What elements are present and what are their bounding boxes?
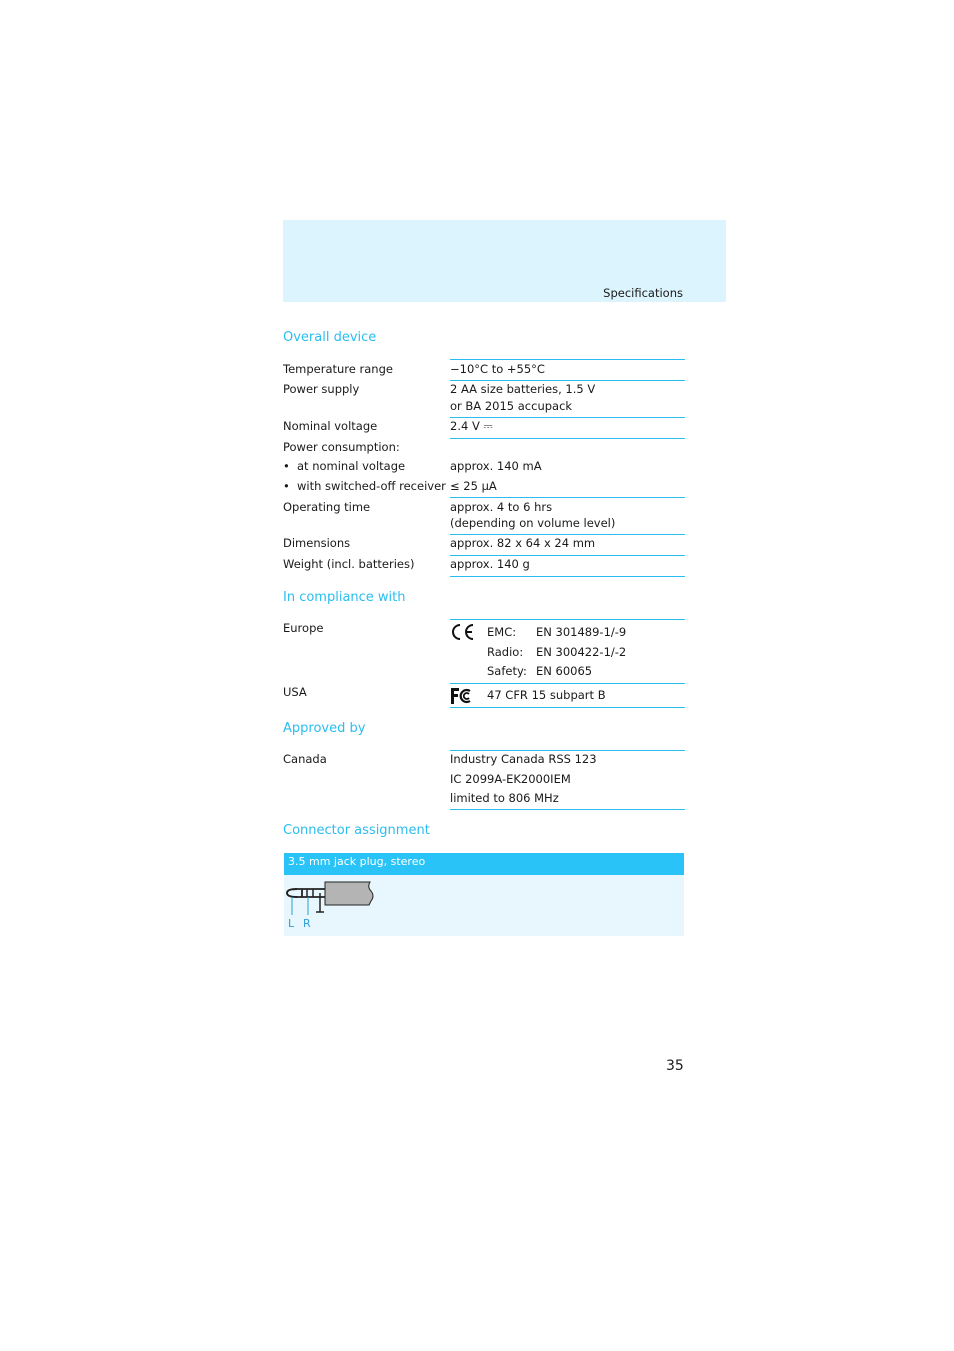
divider: [450, 619, 685, 620]
approval-line: IC 2099A-EK2000IEM: [450, 772, 571, 786]
spec-label: Nominal voltage: [283, 419, 378, 433]
divider: [450, 555, 685, 556]
spec-value: approx. 4 to 6 hrs: [450, 500, 553, 514]
compliance-value: EN 300422-1/-2: [536, 645, 627, 659]
spec-label: Power consumption:: [283, 440, 400, 454]
compliance-key: Radio:: [487, 645, 524, 659]
divider: [450, 438, 685, 439]
spec-value: approx. 140 g: [450, 557, 530, 571]
pin-label-right: R: [303, 917, 311, 930]
fcc-logo-icon: [450, 687, 474, 708]
spec-label-bullet: at nominal voltage: [283, 459, 405, 473]
spec-value: approx. 82 x 64 x 24 mm: [450, 536, 596, 550]
page-header-title: Specifications: [603, 286, 683, 300]
compliance-value: 47 CFR 15 subpart B: [487, 688, 606, 702]
spec-value: −10°C to +55°C: [450, 362, 545, 376]
compliance-value: EN 60065: [536, 664, 593, 678]
compliance-key: EMC:: [487, 625, 517, 639]
compliance-key: Safety:: [487, 664, 527, 678]
connector-bar-label: 3.5 mm jack plug, stereo: [288, 855, 426, 868]
divider: [450, 380, 685, 381]
divider: [450, 359, 685, 360]
divider: [450, 497, 685, 498]
spec-label: Dimensions: [283, 536, 351, 550]
divider: [450, 576, 685, 577]
divider: [450, 534, 685, 535]
spec-value: ≤ 25 µA: [450, 479, 497, 493]
jack-plug-icon: [285, 879, 377, 920]
compliance-label-europe: Europe: [283, 621, 324, 635]
spec-label: Power supply: [283, 382, 360, 396]
spec-label: Temperature range: [283, 362, 393, 376]
page-number: 35: [666, 1058, 684, 1074]
connector-bar: 3.5 mm jack plug, stereo: [284, 853, 684, 875]
approval-label-canada: Canada: [283, 752, 327, 766]
spec-label: Operating time: [283, 500, 371, 514]
divider: [450, 683, 685, 684]
compliance-value: EN 301489-1/-9: [536, 625, 627, 639]
spec-value-line2: or BA 2015 accupack: [450, 399, 573, 413]
section-heading-compliance: In compliance with: [283, 590, 406, 605]
section-heading-connector: Connector assignment: [283, 823, 430, 838]
spec-value: 2.4 V ⎓: [450, 419, 493, 433]
spec-label-bullet: with switched-off receiver: [283, 479, 446, 493]
spec-value: 2 AA size batteries, 1.5 V: [450, 382, 596, 396]
divider: [450, 417, 685, 418]
compliance-label-usa: USA: [283, 685, 307, 699]
spec-label: Weight (incl. batteries): [283, 557, 415, 571]
ce-mark-icon: [450, 623, 476, 644]
section-heading-overall-device: Overall device: [283, 330, 377, 345]
divider: [450, 809, 685, 810]
approval-line: Industry Canada RSS 123: [450, 752, 597, 766]
approval-line: limited to 806 MHz: [450, 791, 559, 805]
divider: [450, 707, 685, 708]
spec-value-line2: (depending on volume level): [450, 516, 616, 530]
section-heading-approved-by: Approved by: [283, 721, 366, 736]
pin-label-left: L: [288, 917, 295, 930]
divider: [450, 750, 685, 751]
spec-value: approx. 140 mA: [450, 459, 542, 473]
